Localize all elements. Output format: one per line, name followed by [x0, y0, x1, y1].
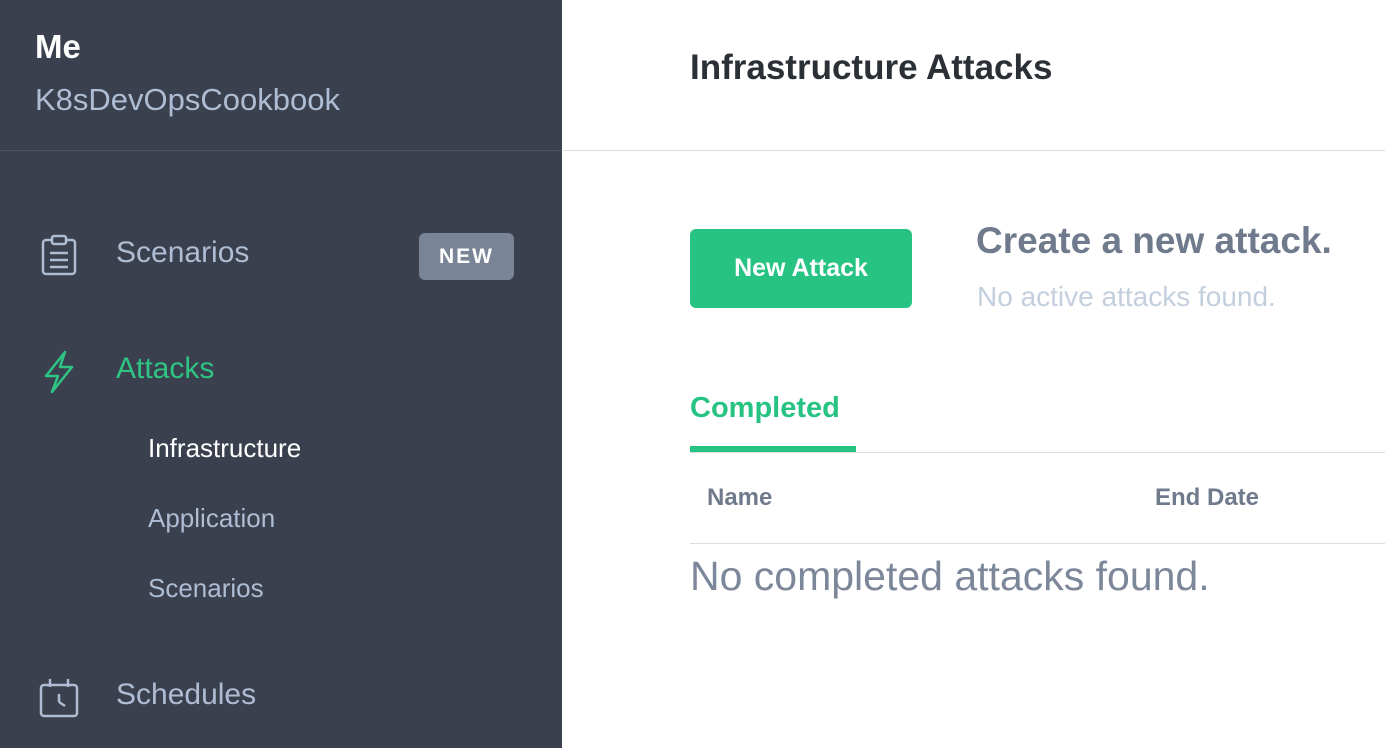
- tab-completed[interactable]: Completed: [690, 390, 856, 452]
- column-header-end-date[interactable]: End Date: [1155, 484, 1259, 512]
- column-header-name[interactable]: Name: [707, 484, 772, 512]
- page-title: Infrastructure Attacks: [690, 48, 1053, 87]
- clipboard-icon: [41, 234, 77, 276]
- create-attack-title: Create a new attack.: [976, 220, 1332, 261]
- subnav-item-infrastructure[interactable]: Infrastructure: [148, 433, 301, 464]
- team-name: K8sDevOpsCookbook: [35, 82, 340, 117]
- page-header: Infrastructure Attacks: [562, 0, 1385, 151]
- new-attack-button[interactable]: New Attack: [690, 229, 912, 308]
- table-header-divider: [690, 543, 1385, 544]
- sidebar-item-schedules[interactable]: Schedules: [0, 668, 562, 728]
- tabs-divider: [690, 452, 1385, 453]
- sidebar: Me K8sDevOpsCookbook Scenarios NEW Attac…: [0, 0, 562, 748]
- empty-state-message: No completed attacks found.: [690, 553, 1210, 599]
- account-header[interactable]: Me K8sDevOpsCookbook: [0, 0, 562, 151]
- calendar-clock-icon: [39, 679, 79, 718]
- account-name: Me: [35, 28, 81, 65]
- subnav-item-scenarios[interactable]: Scenarios: [148, 573, 264, 604]
- new-badge: NEW: [419, 233, 514, 280]
- sidebar-item-label: Scenarios: [116, 236, 250, 269]
- tab-label: Completed: [690, 392, 840, 424]
- sidebar-item-label: Attacks: [116, 352, 215, 385]
- sidebar-item-attacks[interactable]: Attacks: [0, 342, 562, 402]
- no-active-attacks-text: No active attacks found.: [977, 281, 1276, 312]
- sidebar-item-label: Schedules: [116, 678, 257, 711]
- lightning-icon: [44, 350, 74, 394]
- subnav-item-application[interactable]: Application: [148, 503, 275, 534]
- sidebar-item-scenarios[interactable]: Scenarios NEW: [0, 226, 562, 286]
